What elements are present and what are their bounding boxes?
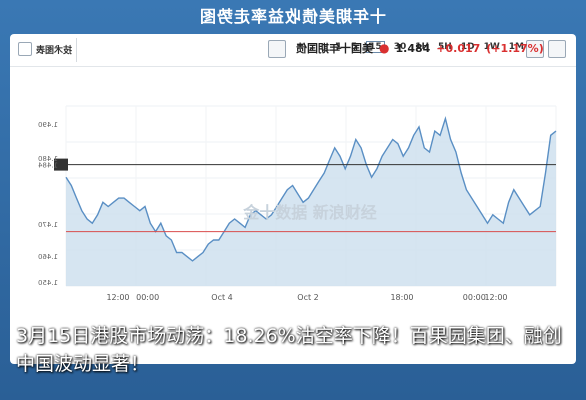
legend-change: +0.017 bbox=[436, 41, 481, 55]
x-tick-label: 12:00 bbox=[484, 293, 507, 302]
tool-left-group[interactable]: 技术图表 bbox=[18, 42, 72, 56]
x-tick-label: 00:00 bbox=[463, 293, 486, 302]
title-bar: 十年期美债收益率走势图 bbox=[0, 0, 586, 30]
legend-change-pct: (+1.17%) bbox=[486, 41, 544, 55]
chart-type-icon bbox=[18, 42, 32, 56]
chart-svg: 1.4901.4841.4801.4701.4601.45012:00 00:00… bbox=[37, 105, 557, 302]
legend-series-name: 美国十年期国债 bbox=[296, 42, 373, 55]
legend-value: 1.484 bbox=[395, 41, 431, 55]
news-caption: 3月15日港股市场动荡：18.26%沽空率下降！百果园集团、融创中国波动显著！ bbox=[16, 325, 562, 375]
tech-chart-label: 技术图表 bbox=[36, 45, 73, 56]
legend-dot: ● bbox=[379, 41, 390, 55]
x-tick-label: 12:00 bbox=[106, 293, 129, 302]
settings-icon[interactable] bbox=[268, 40, 286, 58]
x-tick-label: 18:00 bbox=[390, 293, 413, 302]
chart-panel: 技术图表 1 5 15 30 1H 5H 1D 1W 1M 1.490 1.484 1.480 1.4… bbox=[10, 34, 576, 364]
page-title: 十年期美债收益率走势图 bbox=[199, 7, 387, 26]
chart-legend: 美国十年期国债 ● 1.484 +0.017 (+1.17%) bbox=[296, 40, 544, 56]
x-tick-label: Oct 2 bbox=[297, 293, 318, 302]
x-tick-label: 00:00 bbox=[136, 293, 159, 302]
y-tick-label: 1.460 bbox=[38, 253, 58, 261]
y-tick-label: 1.480 bbox=[38, 155, 58, 163]
x-tick-label: Oct 4 bbox=[211, 293, 232, 302]
toolbar-divider bbox=[76, 38, 77, 62]
y-tick-label: 1.490 bbox=[38, 121, 58, 129]
y-tick-label: 1.450 bbox=[38, 279, 58, 287]
y-tick-label: 1.470 bbox=[38, 221, 58, 229]
candlestick-icon[interactable] bbox=[548, 40, 566, 58]
watermark: 金十数据 新浪财经 bbox=[242, 203, 377, 222]
